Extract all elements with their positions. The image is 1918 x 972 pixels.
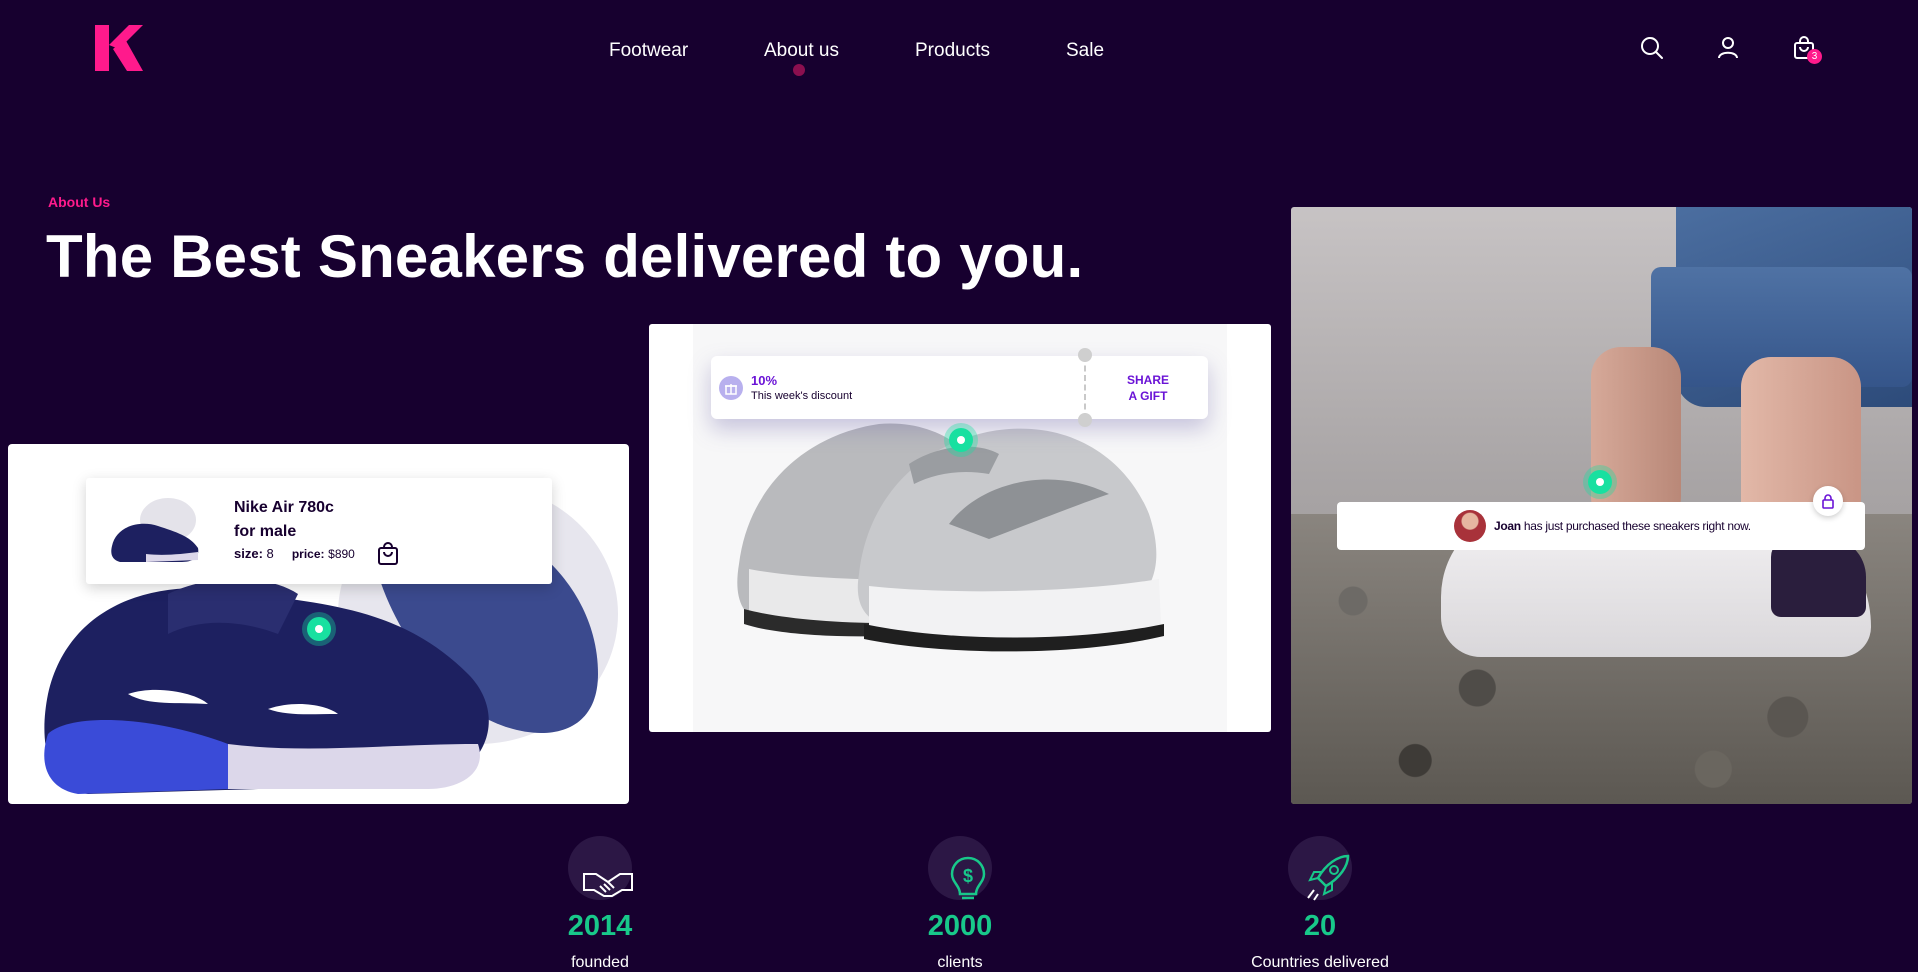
- buyer-name: Joan: [1494, 519, 1521, 533]
- share-gift-line2: A GIFT: [1128, 389, 1168, 403]
- price-label: price:: [291, 547, 325, 561]
- coupon-notch: [1078, 413, 1092, 427]
- lock-icon: [1822, 494, 1834, 509]
- stat-label: Countries delivered: [1251, 954, 1389, 971]
- dollar-bulb-icon: $: [950, 856, 986, 900]
- active-nav-indicator: [793, 64, 805, 76]
- rocket-icon: [1307, 854, 1350, 901]
- price-value: $890: [328, 547, 355, 561]
- product-info-popup: Nike Air 780c for male size: 8 price: $8…: [86, 478, 552, 584]
- cart-count-badge: 3: [1807, 49, 1822, 64]
- purchase-text: has just purchased these sneakers right …: [1523, 519, 1751, 533]
- recent-purchase-popup: Joan has just purchased these sneakers r…: [1337, 502, 1865, 550]
- purchase-message: Joan has just purchased these sneakers r…: [1494, 519, 1751, 533]
- stat-value: 2000: [927, 910, 993, 942]
- main-nav: Footwear About us Products Sale: [0, 40, 1918, 70]
- product-gender: for male: [234, 523, 297, 540]
- product-model: Nike Air 780c: [234, 499, 334, 516]
- discount-percent: 10%: [751, 373, 778, 388]
- section-eyebrow: About Us: [48, 194, 111, 210]
- share-gift-line1: SHARE: [1126, 373, 1169, 387]
- product-meta: size: 8 price: $890: [234, 546, 355, 561]
- coupon-divider: [1084, 356, 1086, 419]
- handshake-icon: [583, 873, 633, 897]
- product-hotspot[interactable]: [307, 617, 331, 641]
- leg-graphic: [1591, 347, 1681, 527]
- nav-footwear[interactable]: Footwear: [609, 40, 688, 62]
- search-icon[interactable]: [1638, 34, 1666, 62]
- stat-label: clients: [937, 954, 983, 971]
- product-name: Nike Air 780c for male: [234, 496, 374, 544]
- discount-subtitle: This week's discount: [751, 390, 853, 402]
- stat-value: 20: [1303, 910, 1337, 942]
- product-hotspot[interactable]: [1588, 470, 1612, 494]
- lock-button[interactable]: [1813, 486, 1843, 516]
- coupon-notch: [1078, 348, 1092, 362]
- size-value: 8: [266, 546, 274, 561]
- nav-sale[interactable]: Sale: [1066, 40, 1104, 62]
- svg-text:$: $: [963, 866, 973, 886]
- discount-popup: 10% This week's discount SHARE A GIFT: [711, 348, 1208, 427]
- hero-headline: The Best Sneakers delivered to you.: [46, 223, 1084, 290]
- gift-icon: [719, 376, 743, 400]
- share-gift-button[interactable]: SHARE A GIFT: [1091, 372, 1205, 404]
- product-thumbnail: [111, 498, 199, 562]
- user-icon[interactable]: [1714, 34, 1742, 62]
- size-label: size:: [234, 546, 263, 561]
- nav-products[interactable]: Products: [915, 40, 990, 62]
- stat-value: 2014: [567, 910, 633, 942]
- shopping-bag-icon[interactable]: [376, 542, 400, 566]
- stat-label: founded: [571, 954, 629, 971]
- nav-about-us[interactable]: About us: [764, 40, 839, 62]
- avatar: [1454, 510, 1486, 542]
- product-hotspot[interactable]: [949, 428, 973, 452]
